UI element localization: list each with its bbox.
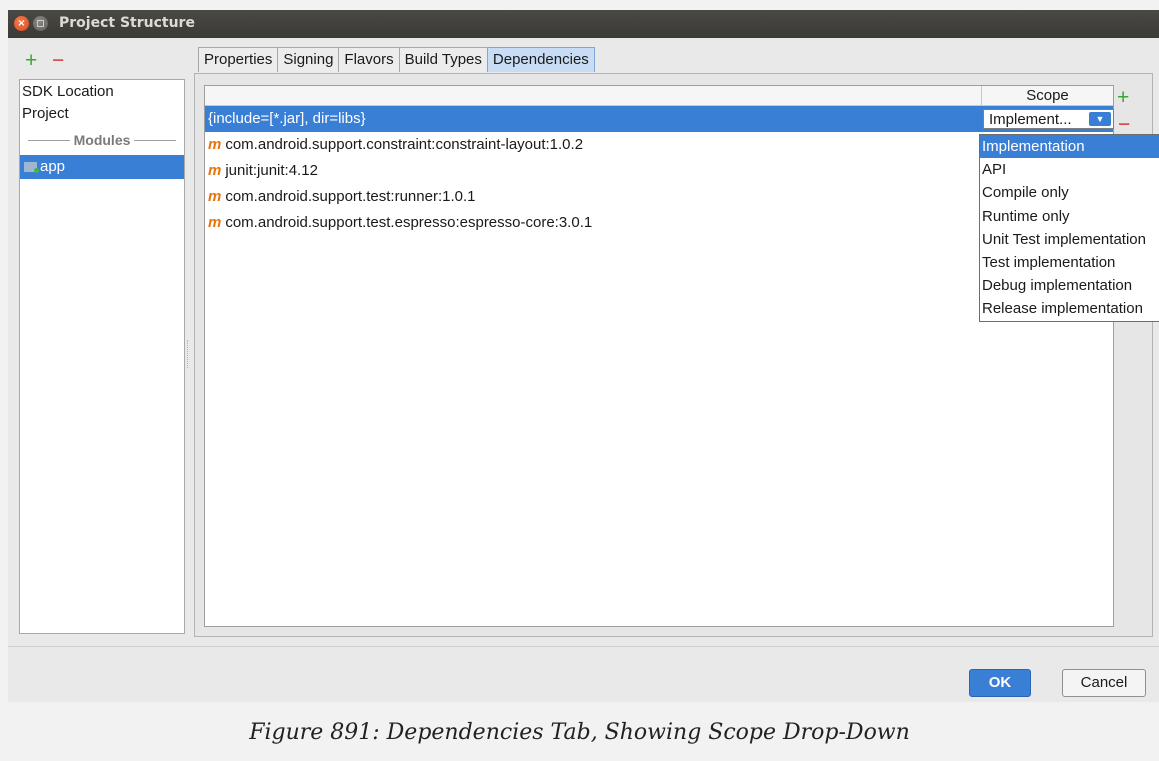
maven-library-icon: m (208, 136, 222, 153)
scope-option-release-implementation[interactable]: Release implementation (980, 297, 1159, 320)
tab-properties[interactable]: Properties (198, 47, 278, 72)
add-module-icon[interactable]: + (25, 50, 37, 72)
dependency-name: junit:junit:4.12 (225, 162, 318, 179)
ok-button[interactable]: OK (969, 669, 1031, 697)
modules-section-header: Modules (28, 131, 176, 149)
scope-option-runtime-only[interactable]: Runtime only (980, 205, 1159, 228)
cancel-button[interactable]: Cancel (1062, 669, 1146, 697)
add-dependency-icon[interactable]: + (1117, 87, 1129, 109)
scope-dropdown-list: Implementation API Compile only Runtime … (979, 134, 1159, 322)
divider (134, 139, 176, 141)
sidebar-item-sdk-location[interactable]: SDK Location (22, 81, 114, 103)
divider (28, 139, 70, 141)
table-row[interactable]: m com.android.support.constraint:constrai… (205, 132, 1113, 158)
sidebar: SDK Location Project Modules app (19, 79, 185, 634)
scope-option-test-implementation[interactable]: Test implementation (980, 251, 1159, 274)
scope-value: Implement... (989, 111, 1072, 128)
table-row[interactable]: m com.android.support.test:runner:1.0.1 (205, 184, 1113, 210)
chevron-down-icon[interactable]: ▼ (1089, 112, 1111, 126)
maven-library-icon: m (208, 188, 222, 205)
tab-build-types[interactable]: Build Types (398, 47, 487, 72)
maven-library-icon: m (208, 162, 222, 179)
divider (8, 646, 1159, 647)
tab-flavors[interactable]: Flavors (338, 47, 399, 72)
splitter-handle[interactable] (187, 340, 190, 368)
remove-dependency-icon[interactable]: − (1118, 114, 1130, 136)
module-folder-icon (24, 162, 39, 173)
figure-caption: Figure 891: Dependencies Tab, Showing Sc… (249, 720, 910, 745)
scope-option-api[interactable]: API (980, 158, 1159, 181)
maven-library-icon: m (208, 214, 222, 231)
tab-dependencies[interactable]: Dependencies (486, 47, 595, 72)
dependency-name: com.android.support.test.espresso:espres… (225, 214, 593, 231)
table-row[interactable]: m junit:junit:4.12 (205, 158, 1113, 184)
minimize-window-icon[interactable] (33, 16, 48, 31)
column-header-name[interactable] (205, 86, 982, 106)
dependency-name: {include=[*.jar], dir=libs} (208, 110, 366, 127)
project-structure-dialog: × Project Structure + − SDK Location Pro… (8, 10, 1159, 702)
tab-signing[interactable]: Signing (277, 47, 339, 72)
dependencies-table: Scope {include=[*.jar], dir=libs} Implem… (204, 85, 1114, 627)
modules-label: Modules (73, 132, 131, 148)
title-bar: × Project Structure (8, 10, 1159, 38)
column-header-scope[interactable]: Scope (982, 86, 1113, 106)
close-window-icon[interactable]: × (14, 16, 29, 31)
dependency-name: com.android.support.constraint:constrain… (225, 136, 584, 153)
module-label: app (40, 158, 66, 175)
sidebar-item-project[interactable]: Project (22, 103, 69, 125)
table-row[interactable]: {include=[*.jar], dir=libs} Implement...… (205, 106, 1114, 132)
tab-bar: Properties Signing Flavors Build Types D… (198, 47, 595, 73)
remove-module-icon[interactable]: − (52, 50, 64, 72)
scope-dropdown[interactable]: Implement... ▼ (983, 109, 1114, 129)
window-title: Project Structure (59, 15, 195, 31)
scope-option-debug-implementation[interactable]: Debug implementation (980, 274, 1159, 297)
sidebar-item-app[interactable]: app (20, 155, 184, 179)
dependency-name: com.android.support.test:runner:1.0.1 (225, 188, 476, 205)
scope-option-unit-test-implementation[interactable]: Unit Test implementation (980, 228, 1159, 251)
scope-option-compile-only[interactable]: Compile only (980, 181, 1159, 204)
scope-option-implementation[interactable]: Implementation (980, 135, 1159, 159)
table-row[interactable]: m com.android.support.test.espresso:espre… (205, 210, 1113, 236)
